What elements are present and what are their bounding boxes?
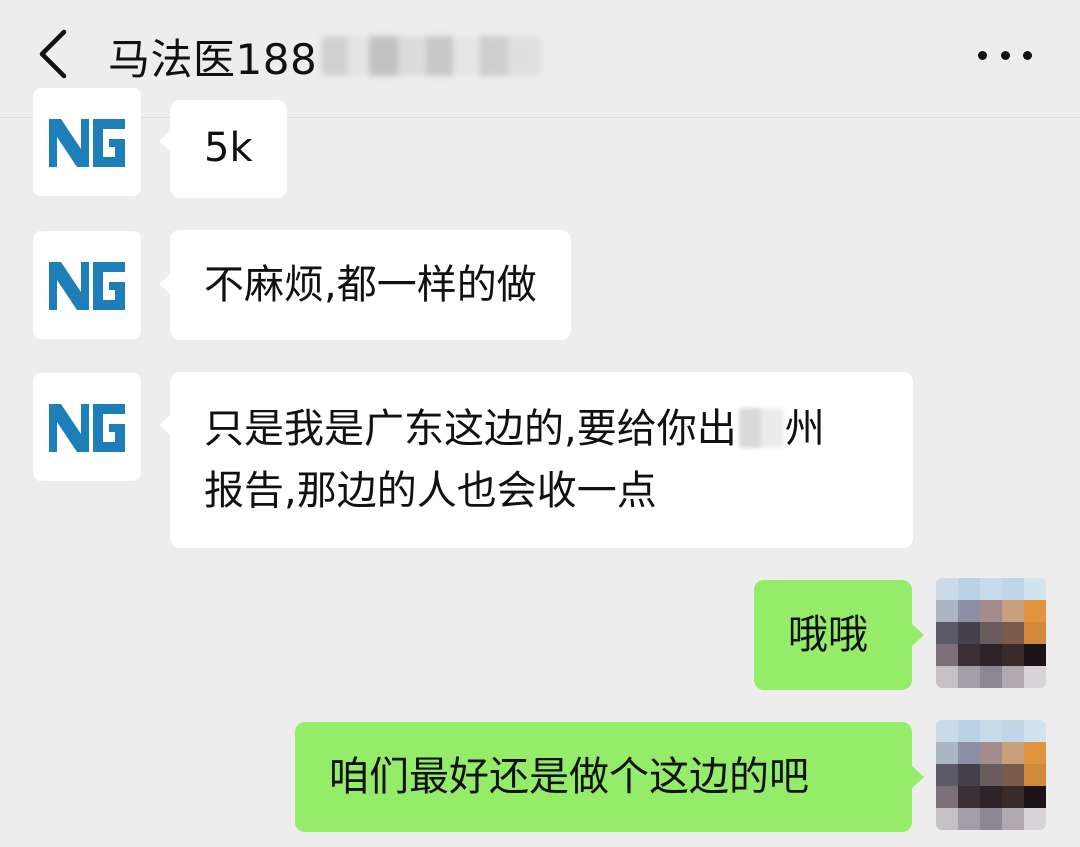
ng-logo-icon: [49, 404, 125, 452]
ng-logo-icon: [49, 119, 125, 167]
chat-title-wrap: 马法医188: [108, 28, 542, 84]
message-bubble-outgoing[interactable]: 咱们最好还是做个这边的吧: [295, 722, 912, 832]
message-text: 咱们最好还是做个这边的吧: [329, 754, 809, 800]
message-line: 只是我是广东这边的,要给你出州: [204, 406, 825, 452]
more-options-button[interactable]: [978, 40, 1032, 70]
chat-title: 马法医188: [108, 34, 318, 84]
chat-header: 马法医188: [0, 0, 1080, 118]
message-bubble-incoming[interactable]: 只是我是广东这边的,要给你出州 报告,那边的人也会收一点: [170, 372, 913, 548]
ng-logo-icon: [49, 262, 125, 310]
user-avatar[interactable]: [936, 720, 1046, 830]
user-avatar[interactable]: [936, 578, 1046, 688]
message-text: 哦哦: [788, 612, 868, 658]
back-button[interactable]: [30, 26, 80, 82]
message-text: 5k: [204, 125, 253, 171]
message-line: 报告,那边的人也会收一点: [204, 468, 657, 514]
contact-avatar[interactable]: [33, 231, 141, 339]
message-bubble-outgoing[interactable]: 哦哦: [754, 580, 912, 690]
chat-screen: 马法医188 5k 不麻烦,都一样的做 只是我是广东这边的,要给你出 州 报告,…: [0, 0, 1080, 847]
contact-avatar[interactable]: [33, 373, 141, 481]
more-dots-icon: [978, 50, 987, 60]
redacted-phone-number: [321, 36, 542, 76]
message-text: 不麻烦,都一样的做: [204, 262, 537, 308]
contact-avatar[interactable]: [33, 88, 141, 196]
redacted-text: [738, 408, 783, 448]
message-bubble-incoming[interactable]: 5k: [170, 100, 287, 198]
message-bubble-incoming[interactable]: 不麻烦,都一样的做: [170, 230, 571, 340]
chevron-left-icon: [39, 29, 67, 79]
